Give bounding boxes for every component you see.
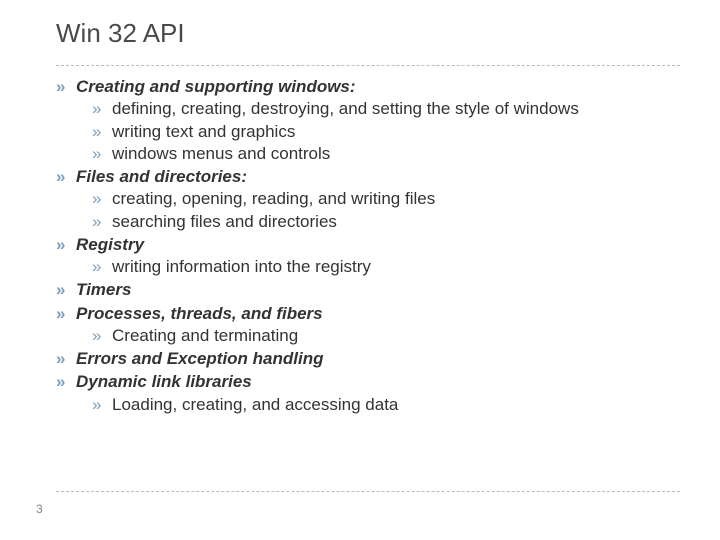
list-subitem: » creating, opening, reading, and writin… bbox=[92, 188, 680, 209]
list-subitem-label: writing text and graphics bbox=[112, 121, 295, 142]
bullet-icon: » bbox=[56, 234, 76, 255]
slide: Win 32 API » Creating and supporting win… bbox=[0, 0, 720, 540]
list-item: » Errors and Exception handling bbox=[56, 348, 680, 369]
list-subitem-label: writing information into the registry bbox=[112, 256, 371, 277]
list-item-label: Files and directories: bbox=[76, 166, 247, 187]
list-subitem: » searching files and directories bbox=[92, 211, 680, 232]
list-subitem-label: creating, opening, reading, and writing … bbox=[112, 188, 435, 209]
bullet-icon: » bbox=[56, 166, 76, 187]
list-item-label: Creating and supporting windows: bbox=[76, 76, 356, 97]
list-subitem: » Loading, creating, and accessing data bbox=[92, 394, 680, 415]
list-subitem: » Creating and terminating bbox=[92, 325, 680, 346]
list-subitem: » windows menus and controls bbox=[92, 143, 680, 164]
list-item: » Processes, threads, and fibers bbox=[56, 303, 680, 324]
list-item: » Timers bbox=[56, 279, 680, 300]
list-subitem-label: defining, creating, destroying, and sett… bbox=[112, 98, 579, 119]
list-item-label: Registry bbox=[76, 234, 144, 255]
bullet-icon: » bbox=[92, 325, 112, 346]
list-subitem-label: Creating and terminating bbox=[112, 325, 298, 346]
list-item-label: Errors and Exception handling bbox=[76, 348, 323, 369]
list-subitem-label: searching files and directories bbox=[112, 211, 337, 232]
list-subitem: » writing text and graphics bbox=[92, 121, 680, 142]
slide-title: Win 32 API bbox=[56, 18, 680, 49]
list-subitem: » writing information into the registry bbox=[92, 256, 680, 277]
list-item: » Creating and supporting windows: bbox=[56, 76, 680, 97]
list-subitem-label: windows menus and controls bbox=[112, 143, 330, 164]
bullet-icon: » bbox=[92, 98, 112, 119]
divider-top bbox=[56, 65, 680, 66]
list-item: » Registry bbox=[56, 234, 680, 255]
list-subitem-label: Loading, creating, and accessing data bbox=[112, 394, 398, 415]
bullet-icon: » bbox=[92, 256, 112, 277]
bullet-icon: » bbox=[56, 348, 76, 369]
bullet-icon: » bbox=[56, 76, 76, 97]
bullet-icon: » bbox=[92, 211, 112, 232]
bullet-icon: » bbox=[92, 121, 112, 142]
bullet-icon: » bbox=[56, 279, 76, 300]
page-number: 3 bbox=[36, 502, 43, 516]
list-item-label: Timers bbox=[76, 279, 131, 300]
content-list: » Creating and supporting windows: » def… bbox=[56, 76, 680, 415]
bullet-icon: » bbox=[92, 143, 112, 164]
list-subitem: » defining, creating, destroying, and se… bbox=[92, 98, 680, 119]
list-item: » Dynamic link libraries bbox=[56, 371, 680, 392]
list-item-label: Dynamic link libraries bbox=[76, 371, 252, 392]
bullet-icon: » bbox=[92, 394, 112, 415]
bullet-icon: » bbox=[56, 303, 76, 324]
bullet-icon: » bbox=[92, 188, 112, 209]
list-item: » Files and directories: bbox=[56, 166, 680, 187]
list-item-label: Processes, threads, and fibers bbox=[76, 303, 323, 324]
divider-bottom bbox=[56, 491, 680, 492]
bullet-icon: » bbox=[56, 371, 76, 392]
